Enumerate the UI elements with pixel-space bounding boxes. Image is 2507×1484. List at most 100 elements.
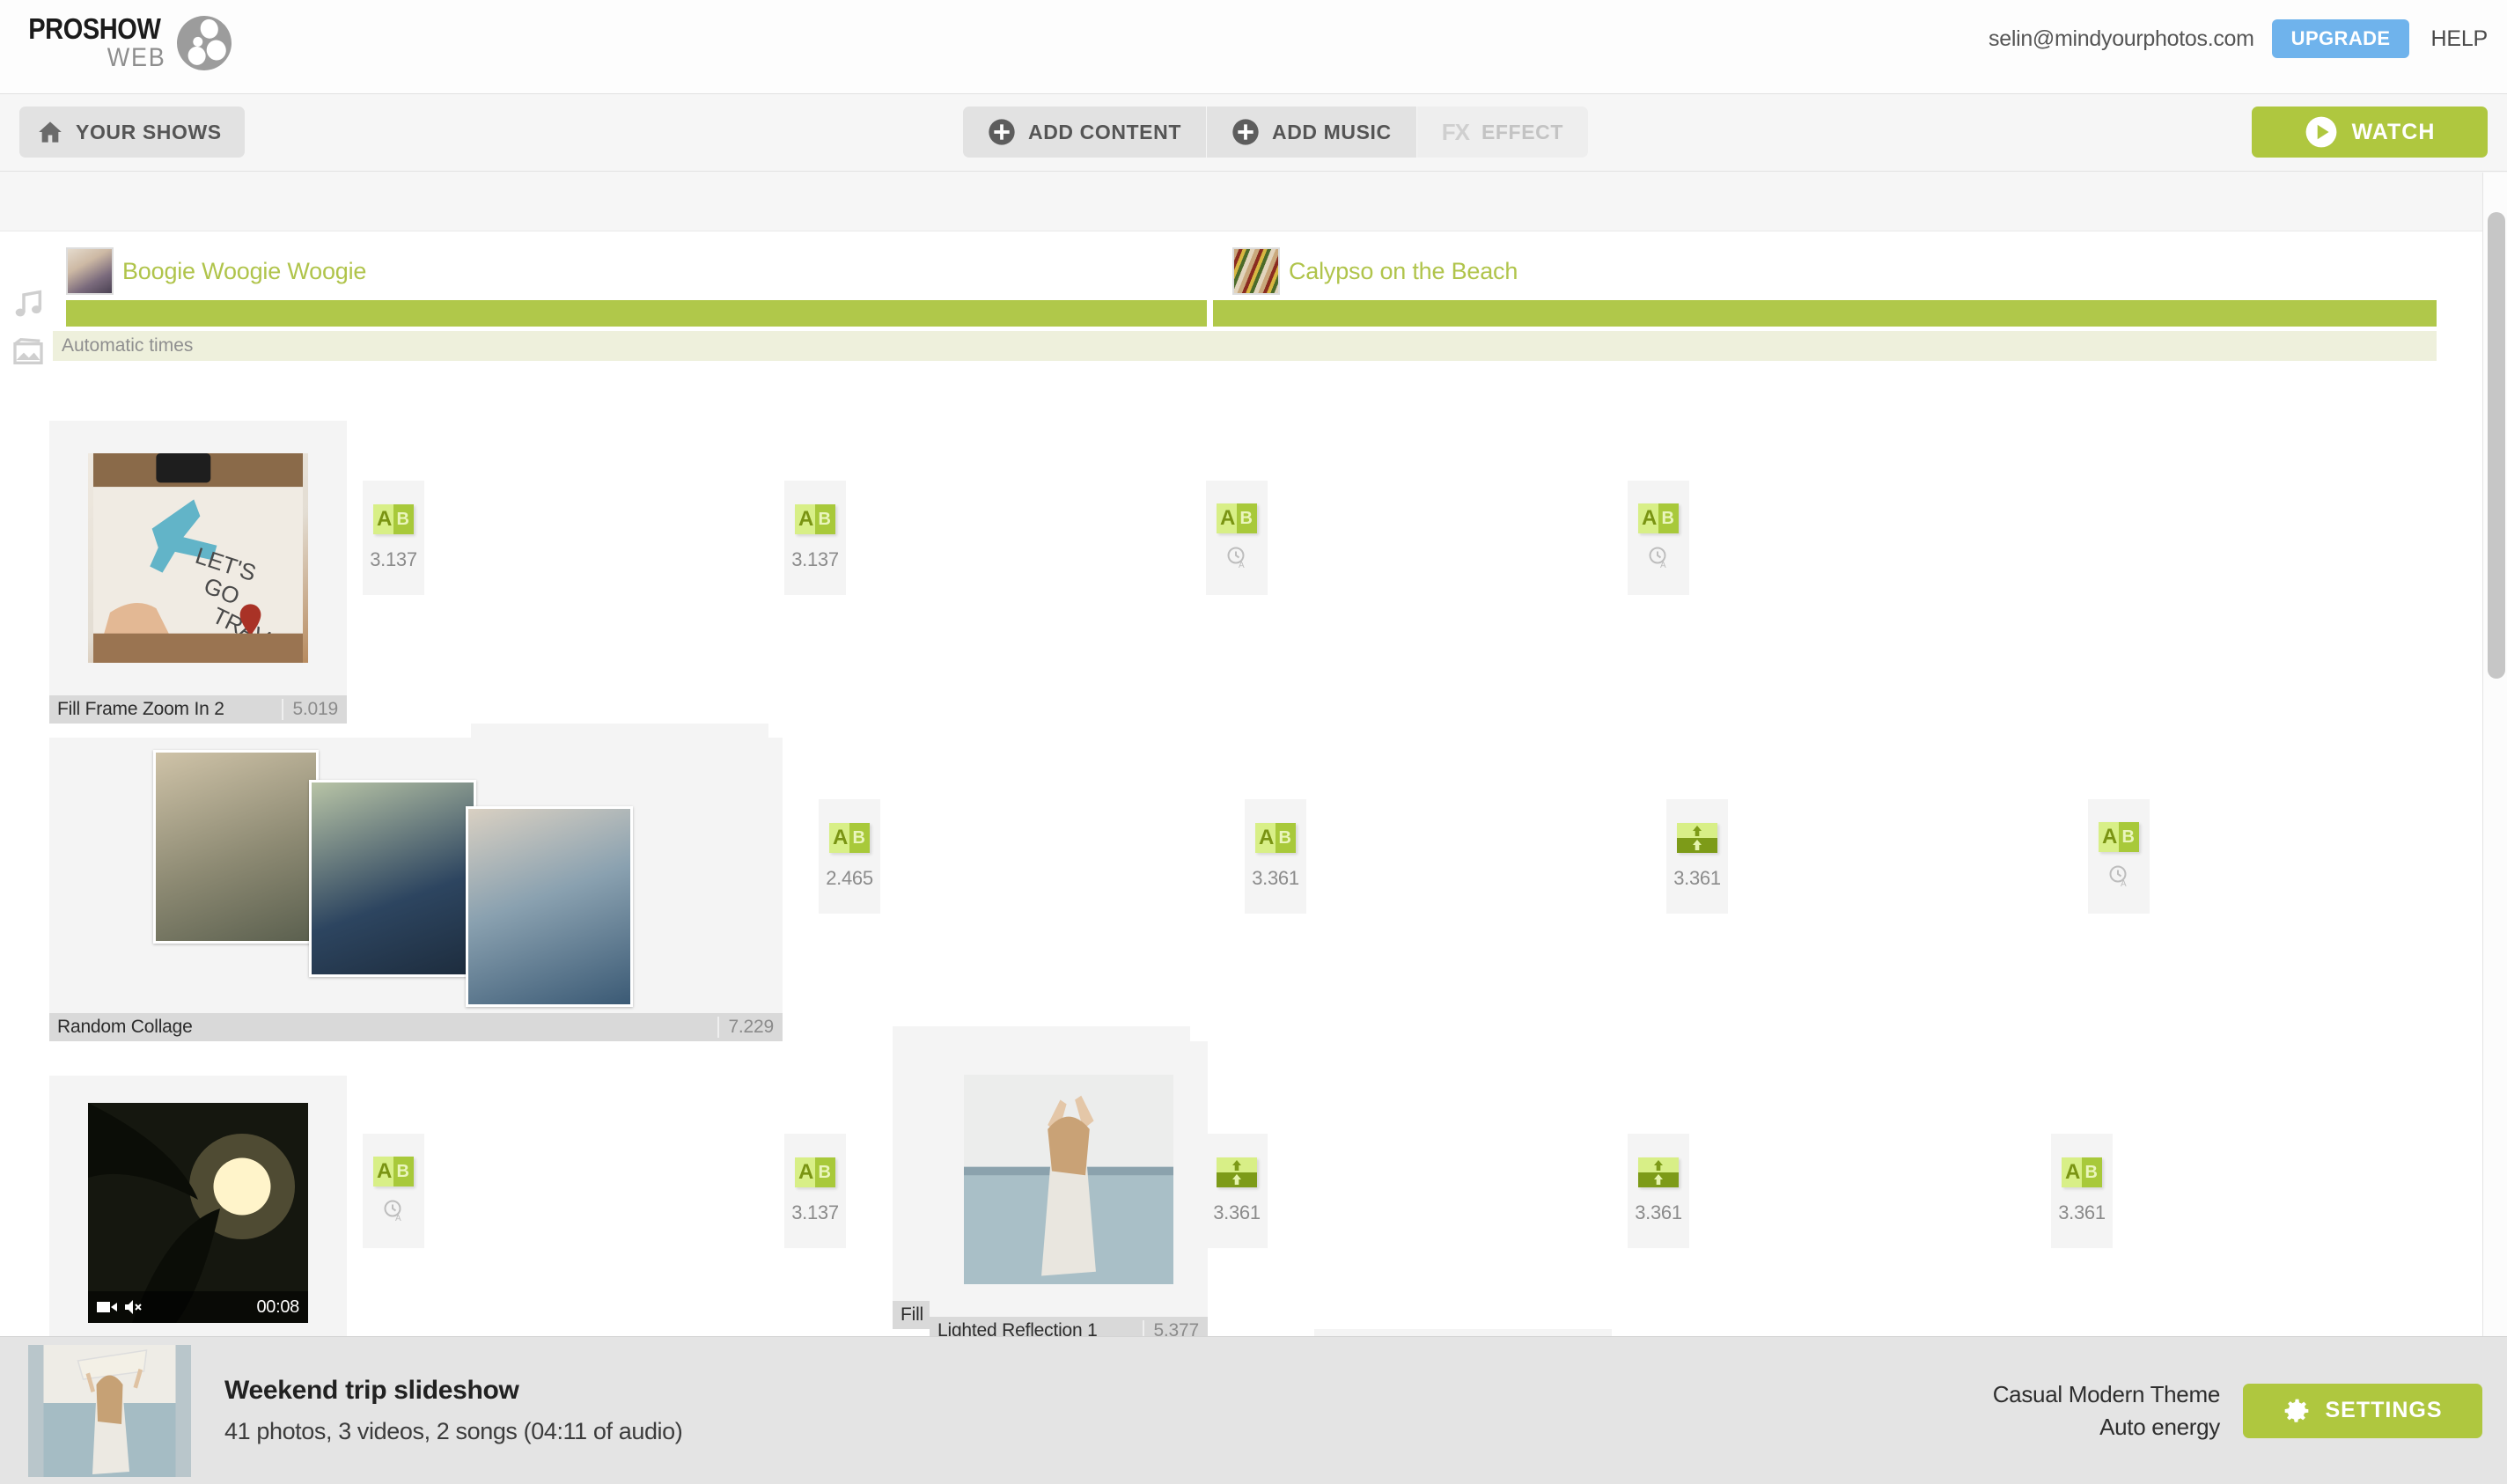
upgrade-button[interactable]: UPGRADE [2271,19,2410,58]
photo-slide-icon [13,337,43,364]
header-account-area: selin@mindyourphotos.com UPGRADE HELP [1989,19,2488,58]
ab-transition-icon: AB [1255,823,1296,853]
fx-effect-label: EFFECT [1481,120,1563,143]
scrollbar-thumb[interactable] [2488,212,2505,679]
fx-effect-button[interactable]: FX EFFECT [1415,107,1588,158]
transition-cell[interactable]: AB 3.137 [784,1134,846,1248]
main-toolbar: YOUR SHOWS ADD CONTENT ADD MUSIC FX EFFE… [0,94,2507,172]
transition-cell[interactable]: AB A [1206,481,1268,595]
transition-cell[interactable]: AB 3.361 [2051,1134,2113,1248]
settings-button[interactable]: SETTINGS [2243,1383,2482,1438]
slide-row: LET'S GO TRAVEL Fill Frame Zoom In 2 5.0… [0,377,2482,1336]
show-settings-area: Casual Modern Theme Auto energy SETTINGS [1993,1378,2482,1443]
transition-cell[interactable]: AB A [363,1134,424,1248]
transition-cell[interactable]: AB 2.465 [819,799,880,914]
svg-text:A: A [1660,561,1666,569]
video-info-overlay: 00:08 [88,1291,308,1323]
transition-auto-time-icon: A [2107,864,2130,892]
transition-cell[interactable]: AB 3.361 [1245,799,1306,914]
user-email-label: selin@mindyourphotos.com [1989,26,2254,51]
track-thumbnail [1232,247,1280,295]
transition-duration: 3.361 [1252,867,1299,889]
music-timeline: Boogie Woogie Woogie Calypso on the Beac… [0,231,2507,377]
automatic-times-bar[interactable]: Automatic times [53,331,2437,361]
proshow-web-app: PROSHOW WEB selin@mindyourphotos.com UPG… [0,0,2507,1484]
logo-secondary-text: WEB [107,43,166,72]
show-title: Weekend trip slideshow [224,1376,519,1405]
your-shows-label: YOUR SHOWS [76,120,222,143]
transition-auto-time-icon: A [1225,546,1248,573]
add-content-button[interactable]: ADD CONTENT [963,107,1206,158]
svg-text:A: A [2121,879,2127,887]
add-music-button[interactable]: ADD MUSIC [1205,107,1416,158]
your-shows-button[interactable]: YOUR SHOWS [19,107,245,158]
transition-cell[interactable]: AB 3.137 [784,481,846,595]
slide-duration[interactable]: 7.229 [717,1017,783,1038]
slide-thumbnail: 00:08 [49,1076,347,1336]
transition-duration: 3.361 [1213,1201,1261,1223]
slide-footer: Random Collage 7.229 [49,1013,783,1041]
slide-card[interactable]: Random Collage 7.229 [49,738,783,1041]
ab-transition-icon: AB [2062,1157,2102,1187]
gear-icon [2285,1399,2309,1422]
track-label-1[interactable]: Boogie Woogie Woogie [66,247,366,295]
transition-auto-time-icon: A [1647,546,1670,573]
plus-circle-icon [989,119,1015,145]
transition-duration: 2.465 [826,867,873,889]
help-link[interactable]: HELP [2430,26,2488,52]
transition-duration: 3.361 [1673,867,1721,889]
transition-cell[interactable]: 3.361 [1206,1134,1268,1248]
transition-duration: 3.361 [1635,1201,1682,1223]
transition-duration: 3.137 [791,548,839,570]
show-status-bar: Weekend trip slideshow 41 photos, 3 vide… [0,1336,2507,1484]
track-title-row: Boogie Woogie Woogie Calypso on the Beac… [0,231,2507,295]
track-name[interactable]: Boogie Woogie Woogie [122,258,366,285]
transition-duration: 3.137 [791,1201,839,1223]
video-glyphs [97,1299,256,1315]
transition-cell[interactable]: AB A [1628,481,1689,595]
transition-auto-time-icon: A [382,1199,405,1226]
slide-card[interactable]: LET'S GO TRAVEL Fill Frame Zoom In 2 5.0… [49,421,347,724]
slide-duration[interactable]: 5.019 [282,699,347,720]
music-track-bar-2[interactable] [1213,300,2437,327]
transition-cell[interactable]: AB 3.137 [363,481,424,595]
ab-transition-icon: AB [373,1156,414,1186]
track-label-2[interactable]: Calypso on the Beach [1232,247,1518,295]
transition-cell[interactable]: 3.361 [1666,799,1728,914]
push-up-transition-icon [1638,1157,1679,1187]
plus-circle-icon [1232,119,1259,145]
play-circle-icon [2305,116,2337,148]
theme-summary: Casual Modern Theme Auto energy [1993,1378,2221,1443]
slide-row: 00:08 AB A A B 3.137 3.361 3.361 A B 3.3… [0,1062,2482,1336]
svg-text:A: A [395,1214,401,1222]
push-up-transition-icon [1217,1157,1257,1187]
automatic-times-label: Automatic times [62,335,194,356]
proshow-web-logo[interactable]: PROSHOW WEB [19,9,239,77]
content-toolbar-group: ADD CONTENT ADD MUSIC FX EFFECT [963,107,1588,158]
show-thumbnail [28,1344,191,1477]
ab-transition-icon: AB [829,823,870,853]
slide-card[interactable]: 00:08 [49,1076,347,1336]
ab-transition-icon: AB [795,1157,835,1187]
ab-transition-icon: AB [1217,503,1257,533]
add-content-label: ADD CONTENT [1028,120,1181,143]
timeline-gutter [11,286,55,369]
transition-cell[interactable]: 3.361 [1628,1134,1689,1248]
vertical-scrollbar[interactable] [2482,173,2507,1336]
track-thumbnail [66,247,114,295]
slide-image: 00:08 [88,1103,308,1323]
muted-speaker-icon [125,1300,142,1314]
slide-grid: LET'S GO TRAVEL Fill Frame Zoom In 2 5.0… [0,377,2482,1336]
collage-photo [309,780,476,977]
energy-level: Auto energy [2099,1413,2220,1440]
transition-cell[interactable]: AB A [2088,799,2150,914]
slide-thumbnail: LET'S GO TRAVEL [49,421,347,695]
music-track-bar-1[interactable] [66,300,1207,327]
ab-transition-icon: AB [373,504,414,534]
ab-transition-icon: AB [795,504,835,534]
track-name[interactable]: Calypso on the Beach [1289,258,1518,285]
collage-photo [466,806,633,1007]
watch-button[interactable]: WATCH [2252,107,2488,158]
settings-label: SETTINGS [2325,1398,2443,1422]
collage-photo [153,750,319,944]
